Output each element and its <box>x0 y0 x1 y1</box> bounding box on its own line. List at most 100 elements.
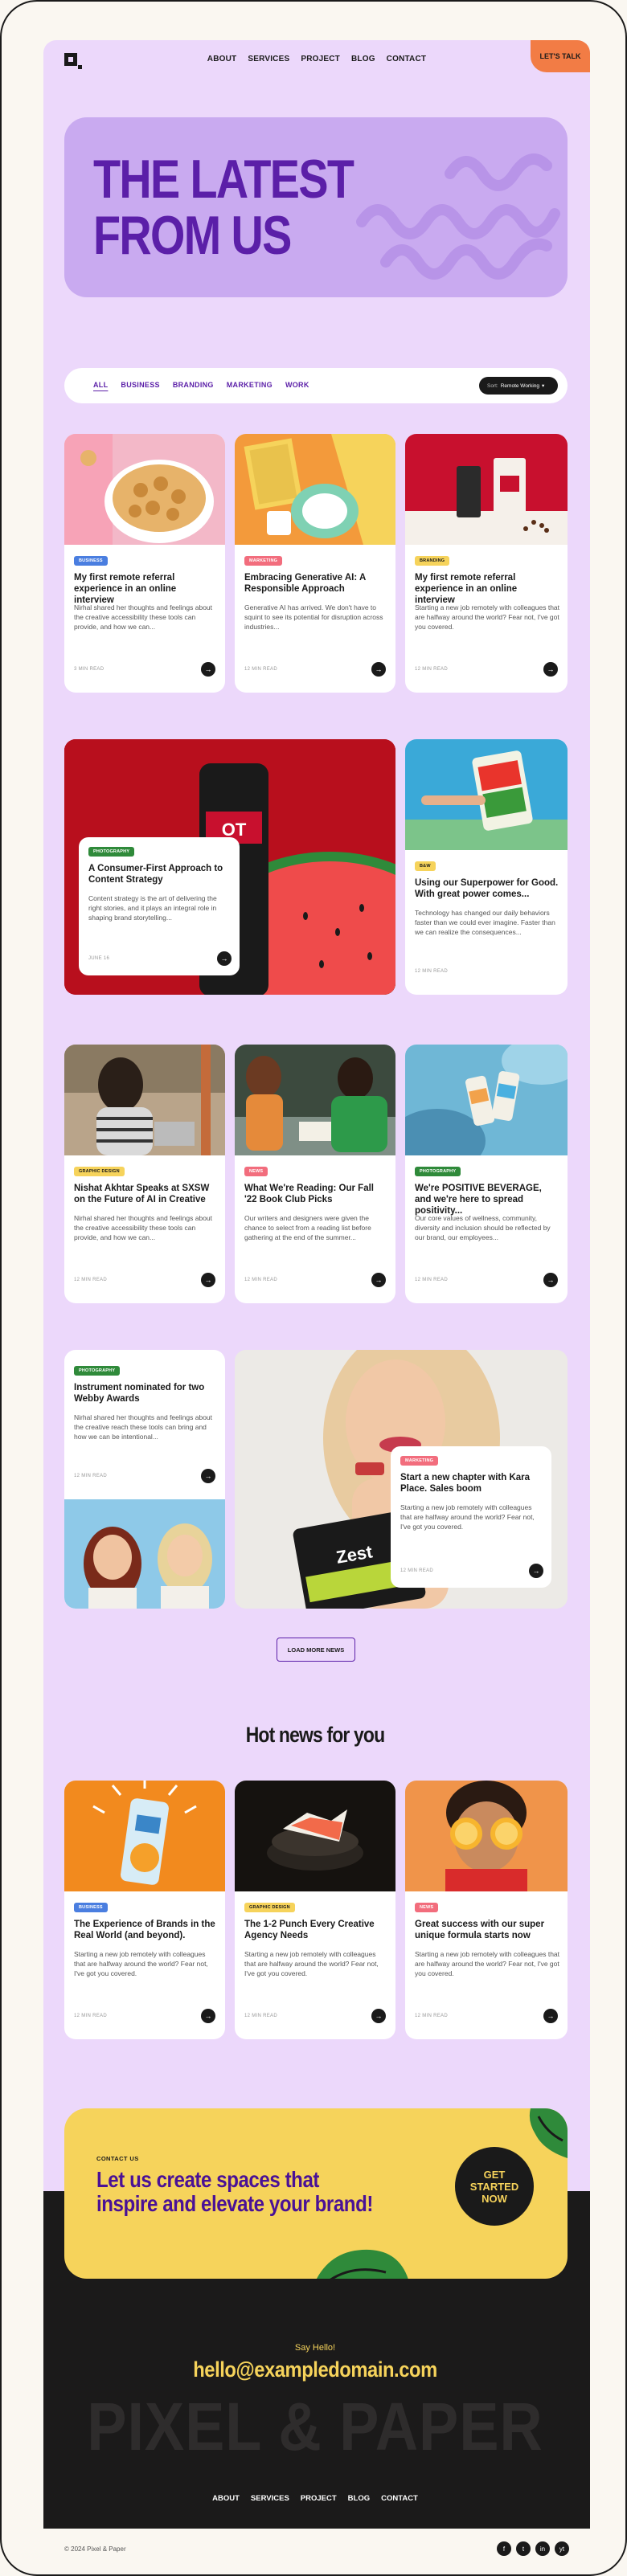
post-card[interactable]: B&W Using our Superpower for Good. With … <box>405 739 568 995</box>
post-image-cereal <box>64 434 225 545</box>
post-excerpt: Starting a new job remotely with colleag… <box>400 1503 535 1531</box>
arrow-right-icon[interactable]: → <box>543 2009 558 2023</box>
facebook-icon[interactable]: f <box>497 2541 511 2556</box>
arrow-right-icon[interactable]: → <box>543 1273 558 1287</box>
post-excerpt: Nirhal shared her thoughts and feelings … <box>74 603 213 631</box>
featured-post-card[interactable]: Zest MARKETING Start a new chapter with … <box>235 1350 568 1609</box>
nav-link-about[interactable]: ABOUT <box>207 55 237 63</box>
get-started-button[interactable]: GET STARTED NOW <box>455 2147 534 2226</box>
read-time: 12 MIN READ <box>74 1278 107 1282</box>
nav-link-contact[interactable]: CONTACT <box>387 55 427 63</box>
load-more-button[interactable]: LOAD MORE NEWS <box>277 1638 355 1662</box>
nav-link-project[interactable]: PROJECT <box>301 55 340 63</box>
arrow-right-icon[interactable]: → <box>201 1273 215 1287</box>
category-badge: NEWS <box>415 1903 439 1912</box>
arrow-right-icon[interactable]: → <box>543 662 558 677</box>
footer-link-blog[interactable]: BLOG <box>348 2494 370 2503</box>
footer-link-about[interactable]: ABOUT <box>212 2494 240 2503</box>
read-time: 12 MIN READ <box>74 2014 107 2018</box>
category-badge: GRAPHIC DESIGN <box>74 1167 125 1176</box>
post-card[interactable]: NEWS What We're Reading: Our Fall '22 Bo… <box>235 1045 395 1303</box>
category-badge: NEWS <box>244 1167 268 1176</box>
post-excerpt: Technology has changed our daily behavio… <box>415 909 555 936</box>
footer-link-contact[interactable]: CONTACT <box>381 2494 418 2503</box>
sort-dropdown[interactable]: Sort: Remote Working ▾ <box>479 377 558 395</box>
top-nav: ABOUT SERVICES PROJECT BLOG CONTACT LET'… <box>43 40 590 80</box>
featured-post-panel: MARKETING Start a new chapter with Kara … <box>391 1446 551 1588</box>
arrow-right-icon[interactable]: → <box>529 1564 543 1578</box>
nav-link-services[interactable]: SERVICES <box>248 55 289 63</box>
post-excerpt: Our core values of wellness, community, … <box>415 1214 551 1241</box>
post-title[interactable]: My first remote referral experience in a… <box>74 572 217 606</box>
post-excerpt: Starting a new job remotely with colleag… <box>244 1950 379 1977</box>
post-image-juice-can <box>64 1781 225 1891</box>
chevron-down-icon: ▾ <box>542 383 545 389</box>
post-image-oranges <box>405 1781 568 1891</box>
post-title[interactable]: Great success with our super unique form… <box>415 1919 559 1941</box>
post-title[interactable]: My first remote referral experience in a… <box>415 572 559 606</box>
post-excerpt: Generative AI has arrived. We don't have… <box>244 603 383 631</box>
arrow-right-icon[interactable]: → <box>201 2009 215 2023</box>
hot-post-card[interactable]: NEWS Great success with our super unique… <box>405 1781 568 2039</box>
leaf-decoration <box>529 2108 568 2158</box>
read-time: 12 MIN READ <box>415 667 448 672</box>
sort-label: Sort: <box>487 382 498 389</box>
post-excerpt: Content strategy is the art of deliverin… <box>88 894 217 922</box>
nav-links: ABOUT SERVICES PROJECT BLOG CONTACT <box>43 55 590 63</box>
tab-work[interactable]: WORK <box>285 381 309 389</box>
post-image-chips <box>405 739 568 850</box>
post-title[interactable]: Embracing Generative AI: A Responsible A… <box>244 572 387 595</box>
tab-business[interactable]: BUSINESS <box>121 381 159 389</box>
arrow-right-icon[interactable]: → <box>371 2009 386 2023</box>
tab-marketing[interactable]: MARKETING <box>227 381 273 389</box>
arrow-right-icon[interactable]: → <box>371 662 386 677</box>
post-title[interactable]: Nishat Akhtar Speaks at SXSW on the Futu… <box>74 1183 217 1205</box>
post-card[interactable]: PHOTOGRAPHY We're POSITIVE BEVERAGE, and… <box>405 1045 568 1303</box>
page-frame: ABOUT SERVICES PROJECT BLOG CONTACT LET'… <box>0 0 627 2576</box>
arrow-right-icon[interactable]: → <box>217 951 232 966</box>
post-title[interactable]: We're POSITIVE BEVERAGE, and we're here … <box>415 1183 559 1216</box>
nav-link-blog[interactable]: BLOG <box>351 55 375 63</box>
post-card[interactable]: BRANDING My first remote referral experi… <box>405 434 568 693</box>
post-card[interactable]: MARKETING Embracing Generative AI: A Res… <box>235 434 395 693</box>
category-badge: PHOTOGRAPHY <box>74 1366 121 1376</box>
post-card[interactable]: BUSINESS My first remote referral experi… <box>64 434 225 693</box>
category-badge: MARKETING <box>244 556 283 566</box>
hot-post-card[interactable]: BUSINESS The Experience of Brands in the… <box>64 1781 225 2039</box>
tab-branding[interactable]: BRANDING <box>173 381 214 389</box>
category-badge: PHOTOGRAPHY <box>415 1167 461 1176</box>
post-title[interactable]: Using our Superpower for Good. With grea… <box>415 877 559 900</box>
post-card[interactable]: PHOTOGRAPHY Instrument nominated for two… <box>64 1350 225 1609</box>
post-title[interactable]: Start a new chapter with Kara Place. Sal… <box>400 1472 543 1494</box>
tab-all[interactable]: ALL <box>93 381 108 389</box>
post-title[interactable]: A Consumer-First Approach to Content Str… <box>88 863 232 885</box>
post-title[interactable]: The 1-2 Punch Every Creative Agency Need… <box>244 1919 387 1941</box>
arrow-right-icon[interactable]: → <box>201 1469 215 1483</box>
category-badge: PHOTOGRAPHY <box>88 847 135 857</box>
hot-post-card[interactable]: GRAPHIC DESIGN The 1-2 Punch Every Creat… <box>235 1781 395 2039</box>
post-title[interactable]: What We're Reading: Our Fall '22 Book Cl… <box>244 1183 387 1205</box>
category-badge: GRAPHIC DESIGN <box>244 1903 295 1912</box>
lets-talk-button[interactable]: LET'S TALK <box>531 40 590 72</box>
post-title[interactable]: Instrument nominated for two Webby Award… <box>74 1382 217 1405</box>
instagram-icon[interactable]: in <box>535 2541 550 2556</box>
read-time: 3 MIN READ <box>74 667 104 672</box>
featured-post-card[interactable]: OT PHOTOGRAPHY A Consumer-First Approach… <box>64 739 395 995</box>
post-card[interactable]: GRAPHIC DESIGN Nishat Akhtar Speaks at S… <box>64 1045 225 1303</box>
arrow-right-icon[interactable]: → <box>201 662 215 677</box>
youtube-icon[interactable]: yt <box>555 2541 569 2556</box>
read-time: 12 MIN READ <box>400 1568 433 1573</box>
post-title[interactable]: The Experience of Brands in the Real Wor… <box>74 1919 217 1941</box>
post-excerpt: Nirhal shared her thoughts and feelings … <box>74 1413 213 1441</box>
category-badge: BUSINESS <box>74 1903 108 1912</box>
arrow-right-icon[interactable]: → <box>371 1273 386 1287</box>
contact-email-link[interactable]: hello@exampledomain.com <box>39 2357 591 2382</box>
twitter-icon[interactable]: t <box>516 2541 531 2556</box>
say-hello-label: Say Hello! <box>294 2343 336 2353</box>
category-filter-bar: ALL BUSINESS BRANDING MARKETING WORK Sor… <box>64 368 568 403</box>
footer-link-project[interactable]: PROJECT <box>301 2494 337 2503</box>
category-badge: B&W <box>415 861 436 871</box>
footer-link-services[interactable]: SERVICES <box>251 2494 289 2503</box>
read-time: 12 MIN READ <box>244 2014 277 2018</box>
footer-brand-wordmark: PIXEL & PAPER <box>87 2389 543 2464</box>
